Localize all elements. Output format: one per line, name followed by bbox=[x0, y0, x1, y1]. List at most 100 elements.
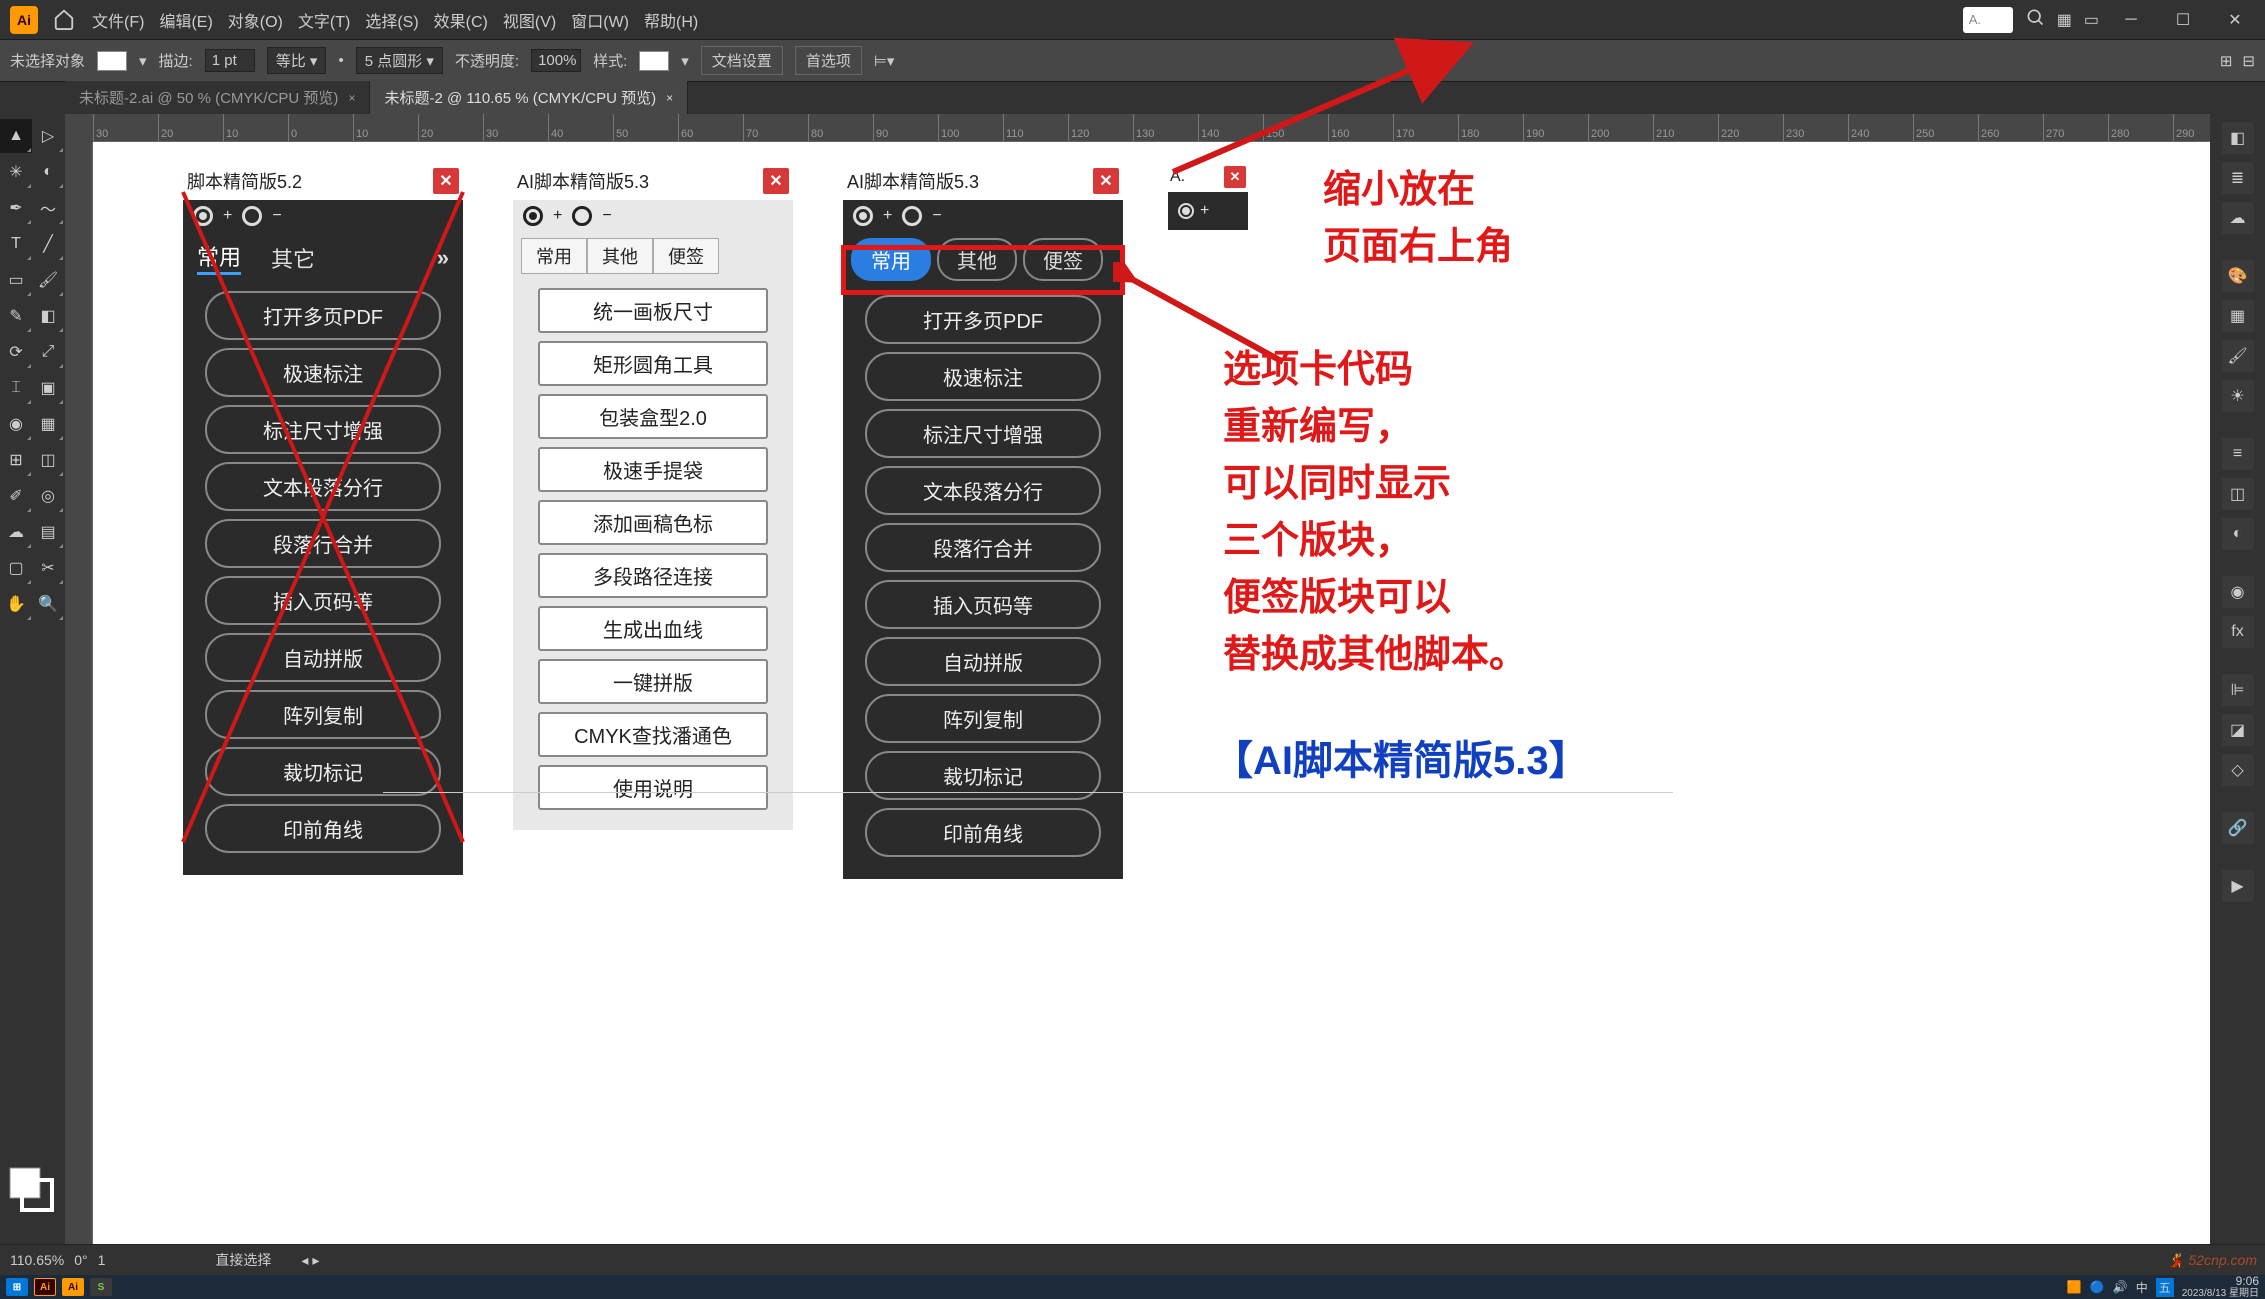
arrange-icon[interactable]: ▦ bbox=[2057, 10, 2072, 30]
menu-effect[interactable]: 效果(C) bbox=[434, 8, 488, 32]
script-button[interactable]: 文本段落分行 bbox=[865, 466, 1100, 515]
paintbrush-tool[interactable]: 🖌 bbox=[32, 263, 64, 297]
artboard-nav[interactable]: 1 bbox=[98, 1252, 106, 1268]
swatches-panel-icon[interactable]: ▦ bbox=[2222, 300, 2254, 332]
layers-panel-icon[interactable]: ≣ bbox=[2222, 162, 2254, 194]
radio-on[interactable] bbox=[1178, 203, 1194, 219]
tab-other[interactable]: 其它 bbox=[271, 242, 315, 274]
script-button[interactable]: 插入页码等 bbox=[865, 580, 1100, 629]
zoom-level[interactable]: 110.65% bbox=[10, 1252, 64, 1268]
pathfinder-panel-icon[interactable]: ◪ bbox=[2222, 714, 2254, 746]
free-transform-tool[interactable]: ▣ bbox=[32, 371, 64, 405]
gradient-panel-icon[interactable]: ◫ bbox=[2222, 478, 2254, 510]
scale-tool[interactable]: ⤢ bbox=[32, 335, 64, 369]
uniform-select[interactable]: 等比 ▾ bbox=[267, 47, 327, 74]
eyedropper-tool[interactable]: ✐ bbox=[0, 479, 32, 513]
panel-collapse-icon[interactable]: ⊟ bbox=[2242, 52, 2255, 70]
workspace-icon[interactable]: ▭ bbox=[2084, 10, 2099, 30]
artboard-tool[interactable]: ▢ bbox=[0, 551, 32, 585]
script-button[interactable]: 印前角线 bbox=[865, 808, 1100, 857]
zoom-tool[interactable]: 🔍 bbox=[32, 587, 64, 621]
script-button[interactable]: 多段路径连接 bbox=[538, 553, 768, 598]
graphic-styles-panel-icon[interactable]: fx bbox=[2222, 616, 2254, 648]
maximize-button[interactable]: ☐ bbox=[2163, 5, 2203, 35]
symbol-sprayer-tool[interactable]: ☁ bbox=[0, 515, 32, 549]
script-button[interactable]: 极速标注 bbox=[205, 348, 440, 397]
taskbar-ai-1[interactable]: Ai bbox=[34, 1278, 56, 1296]
perspective-tool[interactable]: ▦ bbox=[32, 407, 64, 441]
script-button[interactable]: 段落行合并 bbox=[205, 519, 440, 568]
tray-icon[interactable]: 🔊 bbox=[2113, 1280, 2128, 1294]
script-button[interactable]: 生成出血线 bbox=[538, 606, 768, 651]
rectangle-tool[interactable]: ▭ bbox=[0, 263, 32, 297]
eraser-tool[interactable]: ◧ bbox=[32, 299, 64, 333]
script-button[interactable]: 阵列复制 bbox=[865, 694, 1100, 743]
menu-text[interactable]: 文字(T) bbox=[298, 8, 350, 32]
shape-builder-tool[interactable]: ◉ bbox=[0, 407, 32, 441]
stroke-value[interactable]: 1 pt bbox=[205, 49, 255, 72]
chevron-right-icon[interactable]: » bbox=[437, 245, 449, 271]
radio-on[interactable] bbox=[193, 206, 213, 226]
script-button[interactable]: 文本段落分行 bbox=[205, 462, 440, 511]
properties-panel-icon[interactable]: ◧ bbox=[2222, 122, 2254, 154]
tab-other[interactable]: 其他 bbox=[587, 238, 653, 274]
script-button[interactable]: 使用说明 bbox=[538, 765, 768, 810]
tab-common[interactable]: 常用 bbox=[197, 240, 241, 275]
radio-off[interactable] bbox=[242, 206, 262, 226]
search-box[interactable]: A. bbox=[1963, 7, 2013, 33]
minimize-button[interactable]: ─ bbox=[2111, 5, 2151, 35]
menu-edit[interactable]: 编辑(E) bbox=[159, 8, 212, 32]
slice-tool[interactable]: ✂ bbox=[32, 551, 64, 585]
radio-off[interactable] bbox=[572, 206, 592, 226]
style-swatch[interactable] bbox=[639, 51, 669, 71]
script-button[interactable]: 标注尺寸增强 bbox=[865, 409, 1100, 458]
script-button[interactable]: 统一画板尺寸 bbox=[538, 288, 768, 333]
links-panel-icon[interactable]: 🔗 bbox=[2222, 812, 2254, 844]
transform-panel-icon[interactable]: ◇ bbox=[2222, 754, 2254, 786]
prefs-button[interactable]: 首选项 bbox=[795, 46, 862, 75]
doc-tab-1[interactable]: 未标题-2.ai @ 50 % (CMYK/CPU 预览)× bbox=[65, 81, 370, 114]
brush-select[interactable]: 5 点圆形 ▾ bbox=[356, 47, 443, 74]
script-button[interactable]: 自动拼版 bbox=[865, 637, 1100, 686]
canvas[interactable]: 脚本精简版5.2 ✕ + − 常用 其它 » 打开多页PDF极速标注标注尺寸增强… bbox=[93, 142, 2210, 1244]
curvature-tool[interactable]: ～ bbox=[32, 191, 64, 225]
play-icon[interactable]: ▶ bbox=[2222, 870, 2254, 902]
menu-select[interactable]: 选择(S) bbox=[365, 8, 418, 32]
doc-setup-button[interactable]: 文档设置 bbox=[701, 46, 783, 75]
script-button[interactable]: 添加画稿色标 bbox=[538, 500, 768, 545]
radio-on[interactable] bbox=[523, 206, 543, 226]
align-panel-icon[interactable]: ⊫ bbox=[2222, 674, 2254, 706]
home-icon[interactable] bbox=[53, 8, 77, 32]
tab-notes[interactable]: 便签 bbox=[653, 238, 719, 274]
libraries-panel-icon[interactable]: ☁ bbox=[2222, 202, 2254, 234]
script-button[interactable]: 裁切标记 bbox=[205, 747, 440, 796]
opacity-value[interactable]: 100% bbox=[531, 49, 581, 72]
tray-ime-icon[interactable]: 中 bbox=[2136, 1279, 2148, 1296]
script-button[interactable]: 标注尺寸增强 bbox=[205, 405, 440, 454]
graph-tool[interactable]: ▤ bbox=[32, 515, 64, 549]
close-tab-icon[interactable]: × bbox=[348, 91, 355, 105]
taskbar-ai-2[interactable]: Ai bbox=[62, 1278, 84, 1296]
script-button[interactable]: 段落行合并 bbox=[865, 523, 1100, 572]
width-tool[interactable]: ⌶ bbox=[0, 371, 32, 405]
script-button[interactable]: CMYK查找潘通色 bbox=[538, 712, 768, 757]
fill-stroke-control[interactable] bbox=[6, 1164, 56, 1214]
color-panel-icon[interactable]: 🎨 bbox=[2222, 260, 2254, 292]
taskbar-app[interactable]: S bbox=[90, 1278, 112, 1296]
script-button[interactable]: 印前角线 bbox=[205, 804, 440, 853]
script-button[interactable]: 打开多页PDF bbox=[205, 291, 440, 340]
shaper-tool[interactable]: ✎ bbox=[0, 299, 32, 333]
rotation[interactable]: 0° bbox=[74, 1252, 87, 1268]
magic-wand-tool[interactable]: ✳ bbox=[0, 155, 32, 189]
transparency-panel-icon[interactable]: ◐ bbox=[2222, 518, 2254, 550]
appearance-panel-icon[interactable]: ◉ bbox=[2222, 576, 2254, 608]
script-button[interactable]: 极速标注 bbox=[865, 352, 1100, 401]
symbols-panel-icon[interactable]: ☀ bbox=[2222, 380, 2254, 412]
script-button[interactable]: 矩形圆角工具 bbox=[538, 341, 768, 386]
menu-window[interactable]: 窗口(W) bbox=[571, 8, 629, 32]
stroke-panel-icon[interactable]: ≡ bbox=[2222, 438, 2254, 470]
script-button[interactable]: 阵列复制 bbox=[205, 690, 440, 739]
gradient-tool[interactable]: ◫ bbox=[32, 443, 64, 477]
brushes-panel-icon[interactable]: 🖌 bbox=[2222, 340, 2254, 372]
hand-tool[interactable]: ✋ bbox=[0, 587, 32, 621]
